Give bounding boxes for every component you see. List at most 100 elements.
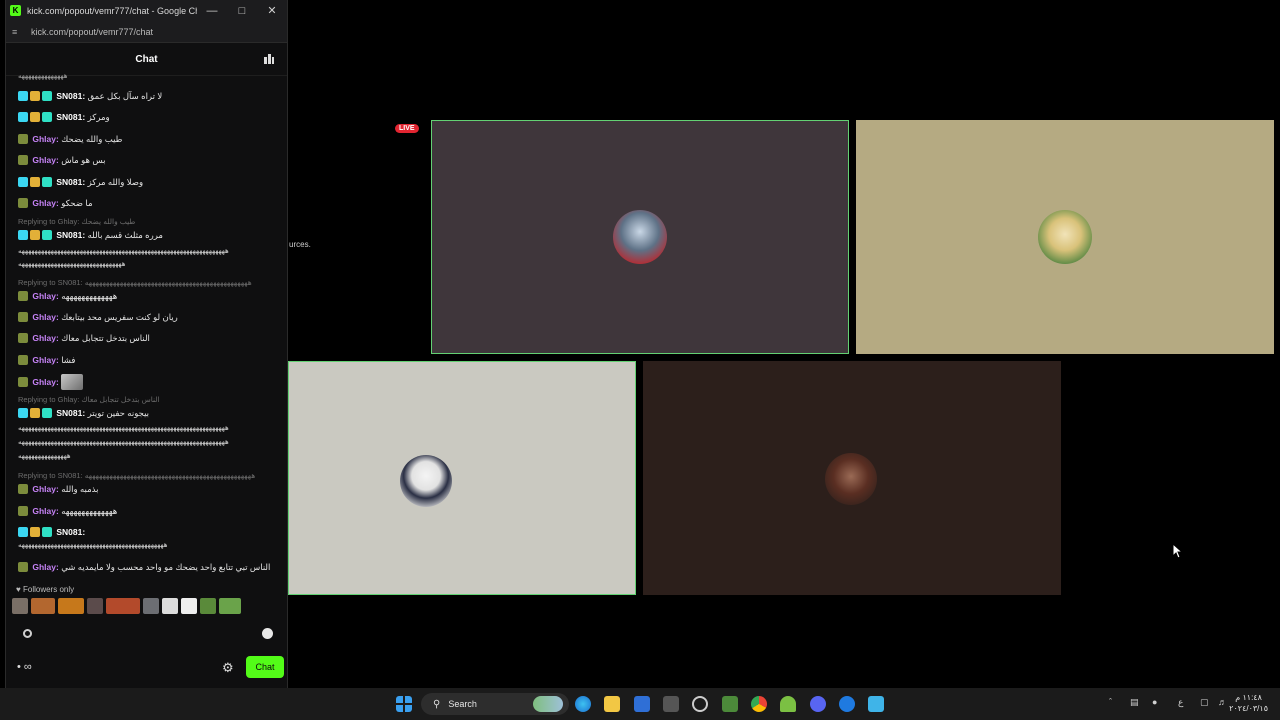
emote[interactable]: [181, 598, 197, 614]
emote[interactable]: [87, 598, 103, 614]
chat-title: Chat: [135, 53, 158, 65]
crown-badge-icon: [30, 527, 40, 537]
system-clock[interactable]: ١١:٤٨ م ٢٠٢٤/٠٣/١٥: [1229, 692, 1268, 714]
discord-icon[interactable]: [810, 696, 826, 712]
chat-input[interactable]: [6, 622, 287, 646]
network-icon[interactable]: ▤: [1130, 697, 1139, 708]
chat-message[interactable]: Ghlay: طيب والله يضحك: [18, 133, 280, 145]
video-tile[interactable]: [431, 120, 849, 354]
video-tile[interactable]: [288, 361, 636, 595]
site-info-icon[interactable]: ≡: [12, 27, 22, 37]
emote[interactable]: [12, 598, 28, 614]
mouse-cursor-icon: [1172, 543, 1184, 559]
edge-icon[interactable]: [575, 696, 591, 712]
chat-message[interactable]: Ghlay: فشا: [18, 354, 280, 366]
minecraft-icon[interactable]: [722, 696, 738, 712]
username[interactable]: Ghlay:: [32, 377, 58, 387]
username[interactable]: SN081:: [56, 91, 85, 101]
username[interactable]: Ghlay:: [32, 134, 58, 144]
username[interactable]: Ghlay:: [32, 333, 58, 343]
clock-app-icon[interactable]: [692, 696, 708, 712]
chat-message[interactable]: Ghlay: هههههههههههههه: [18, 290, 280, 302]
username[interactable]: SN081:: [56, 112, 85, 122]
crown-badge-icon: [30, 230, 40, 240]
chat-message[interactable]: SN081: وصلا والله مركز: [18, 176, 280, 188]
avatar: [825, 453, 877, 505]
maximize-icon[interactable]: □: [227, 5, 257, 17]
video-tile[interactable]: [856, 120, 1274, 354]
chat-message[interactable]: Ghlay: هههههههههههههه: [18, 505, 280, 517]
points-value: ∞: [23, 661, 32, 673]
username[interactable]: SN081:: [56, 408, 85, 418]
chat-message[interactable]: Ghlay: ريان لو كنت سفريس محد بيتابعك: [18, 311, 280, 323]
chat-message[interactable]: Ghlay: الناس بتدخل تتجابل معاك: [18, 332, 280, 344]
username[interactable]: Ghlay:: [32, 355, 58, 365]
username[interactable]: Ghlay:: [32, 312, 58, 322]
address-bar[interactable]: ≡ kick.com/popout/vemr777/chat: [6, 21, 287, 43]
store-icon[interactable]: [634, 696, 650, 712]
microphone-icon[interactable]: ●: [1152, 697, 1157, 707]
emote[interactable]: [200, 598, 216, 614]
chrome-icon[interactable]: [751, 696, 767, 712]
reply-context: Replying to Ghlay: طيب والله يضحك: [18, 217, 136, 226]
windows-start-icon[interactable]: [396, 696, 412, 712]
users-icon[interactable]: [263, 53, 275, 65]
chevron-up-icon[interactable]: ˆ: [1109, 697, 1112, 707]
chat-message-list[interactable]: ههههههههههههههه SN081: لا تراه سآل بكل ع…: [6, 70, 287, 578]
emote[interactable]: [162, 598, 178, 614]
username[interactable]: Ghlay:: [32, 155, 58, 165]
chat-message[interactable]: Ghlay: بس هو ماش: [18, 154, 280, 166]
emote[interactable]: [219, 598, 241, 614]
username[interactable]: Ghlay:: [32, 291, 58, 301]
video-tile[interactable]: [643, 361, 1061, 595]
language-indicator[interactable]: ع: [1178, 697, 1183, 708]
emote[interactable]: [143, 598, 159, 614]
username[interactable]: Ghlay:: [32, 198, 58, 208]
volume-icon[interactable]: ♬: [1218, 697, 1227, 707]
close-icon[interactable]: ✕: [257, 4, 287, 17]
subscriber-badge-icon: [18, 291, 28, 301]
channel-points[interactable]: • ∞: [17, 661, 32, 673]
emote[interactable]: [31, 598, 55, 614]
og-badge-icon: [42, 408, 52, 418]
app-icon[interactable]: [868, 696, 884, 712]
chat-message[interactable]: SN081: لا تراه سآل بكل عمق: [18, 90, 280, 102]
taskbar-search[interactable]: ⚲ Search: [421, 693, 569, 715]
send-chat-button[interactable]: Chat: [246, 656, 284, 678]
heart-icon: ♥: [16, 585, 21, 594]
chat-message[interactable]: Ghlay:: [18, 374, 280, 390]
chat-message[interactable]: SN081: بيجونه حفين تويتر: [18, 407, 280, 419]
username[interactable]: Ghlay:: [32, 484, 58, 494]
og-badge-icon: [42, 230, 52, 240]
emote[interactable]: [106, 598, 140, 614]
username[interactable]: Ghlay:: [32, 506, 58, 516]
chat-message[interactable]: Ghlay: الناس تبي تتابع واحد يضحك مو واحد…: [18, 561, 280, 573]
chat-message[interactable]: SN081: مرره مثلث قسم بالله: [18, 229, 280, 241]
username[interactable]: Ghlay:: [32, 562, 58, 572]
chat-footer: • ∞ ⚙ Chat: [6, 655, 287, 679]
app-icon[interactable]: [839, 696, 855, 712]
chat-message[interactable]: Ghlay: ما ضحكو: [18, 197, 280, 209]
subscriber-badge-icon: [18, 377, 28, 387]
chat-message[interactable]: Ghlay: بذمبه والله: [18, 483, 280, 495]
emote-strip[interactable]: [12, 598, 282, 616]
emoji-icon[interactable]: [262, 628, 273, 639]
emote[interactable]: [58, 598, 84, 614]
window-titlebar[interactable]: K kick.com/popout/vemr777/chat - Google …: [6, 0, 287, 21]
chat-message[interactable]: SN081: ومركز: [18, 111, 280, 123]
username[interactable]: SN081:: [56, 177, 85, 187]
chess-icon[interactable]: [780, 696, 796, 712]
username[interactable]: SN081:: [56, 230, 85, 240]
chat-message[interactable]: SN081:: [18, 526, 280, 538]
record-icon[interactable]: [23, 629, 32, 638]
background-text: urces.: [289, 240, 311, 249]
message-continuation: هههههههههههههههههههههههههههههههههههههههه…: [18, 425, 229, 432]
crown-badge-icon: [30, 112, 40, 122]
gear-icon[interactable]: ⚙: [222, 660, 234, 676]
app-icon[interactable]: [663, 696, 679, 712]
username[interactable]: SN081:: [56, 527, 85, 537]
file-explorer-icon[interactable]: [604, 696, 620, 712]
wifi-icon[interactable]: ▢: [1200, 697, 1209, 708]
message-fragment: ههههههههههههههه: [18, 73, 68, 80]
minimize-icon[interactable]: —: [197, 5, 227, 17]
